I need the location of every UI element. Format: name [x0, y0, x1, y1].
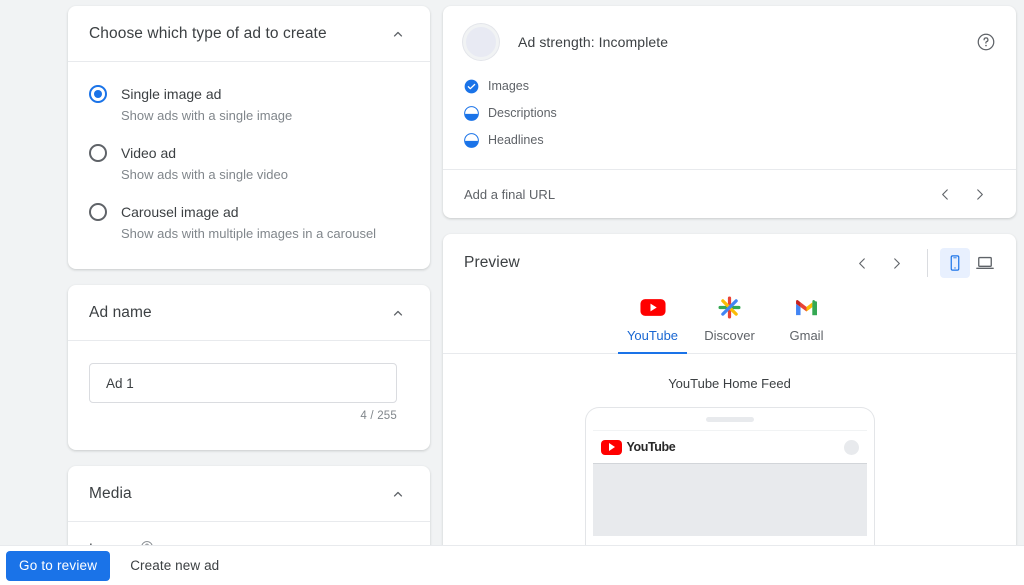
final-url-row: Add a final URL — [443, 169, 1016, 218]
radio-label-carousel-image-ad: Carousel image ad — [121, 202, 239, 222]
half-circle-icon — [464, 133, 479, 148]
empty-ring-icon — [463, 24, 499, 60]
half-circle-icon — [464, 106, 479, 121]
ad-type-card-header: Choose which type of ad to create — [68, 6, 430, 62]
chevron-left-icon[interactable] — [845, 246, 879, 280]
youtube-wordmark: YouTube — [627, 440, 676, 454]
checklist-item-descriptions: Descriptions — [464, 101, 736, 125]
bottom-action-bar: Go to review Create new ad — [0, 545, 1024, 585]
chevron-up-icon[interactable] — [386, 301, 410, 325]
video-thumbnail-placeholder — [593, 463, 867, 536]
right-column: Ad strength: Incomplete — [443, 6, 1016, 585]
preview-header: Preview — [443, 234, 1016, 292]
youtube-app-bar: YouTube — [593, 430, 867, 463]
radio-desc-carousel-image-ad: Show ads with multiple images in a carou… — [68, 224, 430, 253]
checklist-column-left: Images Descriptions — [464, 74, 736, 128]
media-card-header: Media — [68, 466, 430, 522]
tab-youtube[interactable]: YouTube — [614, 292, 691, 353]
radio-option-single-image-ad[interactable]: Single image ad — [68, 76, 430, 106]
tab-label-discover: Discover — [704, 328, 755, 353]
ad-strength-header: Ad strength: Incomplete — [443, 6, 1016, 60]
go-to-review-button[interactable]: Go to review — [6, 551, 110, 581]
radio-label-single-image-ad: Single image ad — [121, 84, 221, 104]
checklist-item-headlines: Headlines — [464, 128, 736, 152]
gmail-icon — [794, 294, 819, 320]
radio-button-video-ad[interactable] — [89, 144, 107, 162]
youtube-icon — [640, 294, 666, 320]
tab-label-gmail: Gmail — [790, 328, 824, 353]
left-column: Choose which type of ad to create Single… — [68, 6, 430, 585]
check-circle-icon — [464, 79, 479, 94]
ad-strength-card: Ad strength: Incomplete — [443, 6, 1016, 218]
chevron-left-icon[interactable] — [928, 177, 962, 211]
youtube-logo: YouTube — [601, 440, 844, 455]
chevron-up-icon[interactable] — [386, 482, 410, 506]
preview-channel-tabs: YouTube Discover — [443, 292, 1016, 354]
radio-button-carousel-image-ad[interactable] — [89, 203, 107, 221]
radio-option-carousel-image-ad[interactable]: Carousel image ad — [68, 194, 430, 224]
ad-name-card-header: Ad name — [68, 285, 430, 341]
checklist-column-right: Headlines — [464, 128, 736, 155]
mobile-icon[interactable] — [940, 248, 970, 278]
checklist-label-descriptions: Descriptions — [488, 106, 557, 120]
ad-name-body: 4 / 255 — [68, 341, 430, 450]
laptop-icon[interactable] — [970, 248, 1000, 278]
tab-discover[interactable]: Discover — [691, 292, 768, 353]
media-card-title: Media — [89, 485, 386, 503]
ad-name-card-title: Ad name — [89, 304, 386, 322]
ad-name-field-wrapper[interactable] — [89, 363, 397, 403]
ad-strength-status: Ad strength: Incomplete — [518, 34, 976, 50]
ad-name-input[interactable] — [104, 375, 382, 392]
chevron-up-icon[interactable] — [386, 22, 410, 46]
google-ads-ad-creation-page: Choose which type of ad to create Single… — [0, 0, 1024, 585]
radio-button-single-image-ad[interactable] — [89, 85, 107, 103]
final-url-text: Add a final URL — [464, 187, 928, 202]
checklist-item-images: Images — [464, 74, 736, 98]
help-circle-icon[interactable] — [976, 32, 996, 52]
radio-desc-video-ad: Show ads with a single video — [68, 165, 430, 194]
discover-icon — [717, 294, 742, 320]
radio-option-video-ad[interactable]: Video ad — [68, 135, 430, 165]
ad-type-options: Single image ad Show ads with a single i… — [68, 62, 430, 269]
radio-label-video-ad: Video ad — [121, 143, 176, 163]
ad-type-card-title: Choose which type of ad to create — [89, 25, 386, 43]
checklist-label-headlines: Headlines — [488, 133, 544, 147]
header-divider — [927, 249, 928, 277]
checklist-label-images: Images — [488, 79, 529, 93]
phone-speaker — [706, 417, 754, 422]
avatar — [844, 440, 859, 455]
preview-card: Preview — [443, 234, 1016, 585]
tab-gmail[interactable]: Gmail — [768, 292, 845, 353]
chevron-right-icon[interactable] — [962, 177, 996, 211]
chevron-right-icon[interactable] — [879, 246, 913, 280]
youtube-play-icon — [601, 440, 622, 455]
ad-type-card: Choose which type of ad to create Single… — [68, 6, 430, 269]
create-new-ad-link[interactable]: Create new ad — [124, 557, 225, 574]
preview-title: Preview — [464, 254, 845, 272]
ad-name-char-counter: 4 / 255 — [89, 410, 397, 422]
phone-mockup-wrapper: YouTube — [443, 407, 1016, 567]
phone-mockup: YouTube — [585, 407, 875, 567]
preview-feed-title: YouTube Home Feed — [443, 354, 1016, 407]
ad-name-card: Ad name 4 / 255 — [68, 285, 430, 450]
tab-label-youtube: YouTube — [627, 328, 678, 353]
ad-strength-checklist: Images Descriptions — [443, 60, 1016, 155]
radio-desc-single-image-ad: Show ads with a single image — [68, 106, 430, 135]
